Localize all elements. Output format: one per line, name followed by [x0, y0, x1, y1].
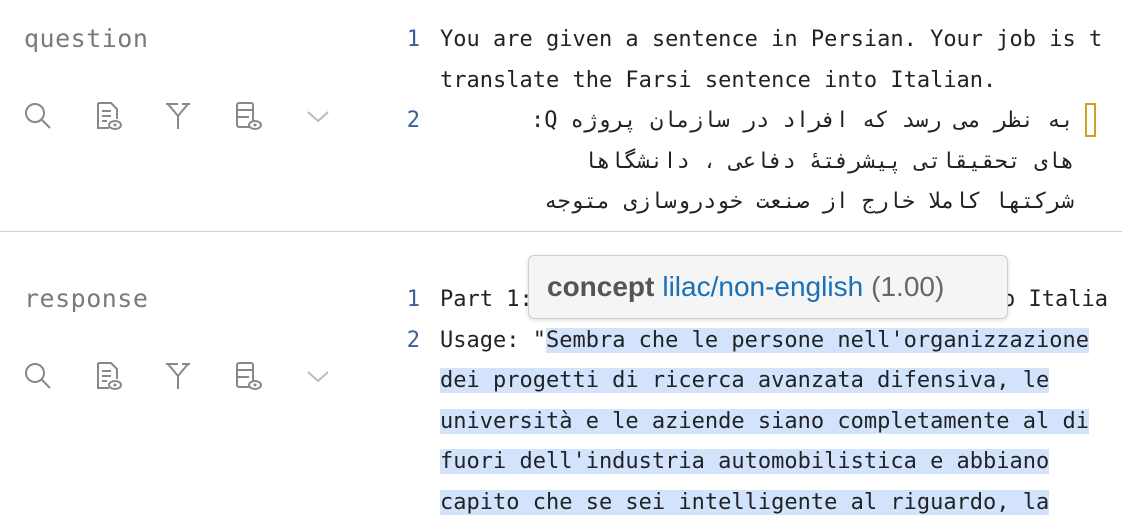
code-line: شرکتها کاملا خارج از صنعت خودروسازی متوج… — [398, 182, 1122, 223]
line-text: translate the Farsi sentence into Italia… — [440, 67, 997, 93]
code-line: 2 Usage: "Sembra che le persone nell'org… — [398, 321, 1122, 362]
line-text: Part 1: — [440, 287, 533, 312]
line-text-rtl: های تحقیقاتی پیشرفتهٔ دفاعی ، دانشگاها — [583, 148, 1074, 174]
code-line: translate the Farsi sentence into Italia… — [398, 61, 1122, 102]
concept-tooltip: concept lilac/non-english (1.00) — [528, 255, 1008, 319]
code-line: università e le aziende siano completame… — [398, 402, 1122, 443]
line-text-rtl: شرکتها کاملا خارج از صنعت خودروسازی متوج… — [544, 189, 1074, 214]
highlighted-text[interactable]: università e le aziende siano completame… — [440, 408, 1090, 434]
question-code-view[interactable]: 1 You are given a sentence in Persian. Y… — [398, 20, 1122, 223]
code-line: 2 به نظر می رسد که افراد در سازمان پروژه… — [398, 101, 1122, 142]
chevron-down-icon[interactable] — [302, 356, 372, 396]
line-text-tail: o Italia — [1002, 287, 1108, 312]
tooltip-score: (1.00) — [871, 271, 945, 302]
search-icon[interactable] — [22, 356, 92, 396]
line-text: You are given a sentence in Persian. You… — [440, 27, 1103, 52]
code-line: fuori dell'industria automobilistica e a… — [398, 442, 1122, 483]
code-line: های تحقیقاتی پیشرفتهٔ دفاعی ، دانشگاها — [398, 142, 1122, 183]
code-line: 1 You are given a sentence in Persian. Y… — [398, 20, 1122, 61]
question-field: question 1 You are given a sentence in P… — [0, 0, 1122, 231]
question-toolbar — [22, 96, 372, 136]
document-preview-icon[interactable] — [92, 356, 162, 396]
search-icon[interactable] — [22, 96, 92, 136]
fork-icon[interactable] — [162, 96, 232, 136]
fork-icon[interactable] — [162, 356, 232, 396]
highlighted-text[interactable]: capito che se sei intelligente al riguar… — [440, 489, 1050, 515]
database-preview-icon[interactable] — [232, 96, 302, 136]
question-label: question — [24, 24, 149, 53]
line-number: 2 — [406, 108, 420, 133]
code-line: capito che se sei intelligente al riguar… — [398, 483, 1122, 524]
highlighted-text[interactable]: Sembra che le persone nell'organizzazion… — [545, 327, 1090, 353]
line-text-rtl: به نظر می رسد که افراد در سازمان پروژه Q… — [530, 108, 1074, 133]
highlighted-text[interactable]: fuori dell'industria automobilistica e a… — [440, 449, 1050, 474]
text-cursor — [1085, 103, 1096, 137]
response-toolbar — [22, 356, 372, 396]
chevron-down-icon[interactable] — [302, 96, 372, 136]
tooltip-key: concept — [547, 271, 655, 302]
line-number: 1 — [406, 27, 420, 52]
line-number: 2 — [406, 327, 420, 353]
database-preview-icon[interactable] — [232, 356, 302, 396]
response-label: response — [24, 284, 149, 313]
code-line: dei progetti di ricerca avanzata difensi… — [398, 361, 1122, 402]
document-preview-icon[interactable] — [92, 96, 162, 136]
highlighted-text[interactable]: dei progetti di ricerca avanzata difensi… — [440, 368, 1050, 393]
tooltip-concept-link[interactable]: lilac/non-english — [662, 271, 863, 303]
line-number: 1 — [406, 287, 420, 312]
line-text-prefix: Usage: " — [440, 327, 546, 353]
